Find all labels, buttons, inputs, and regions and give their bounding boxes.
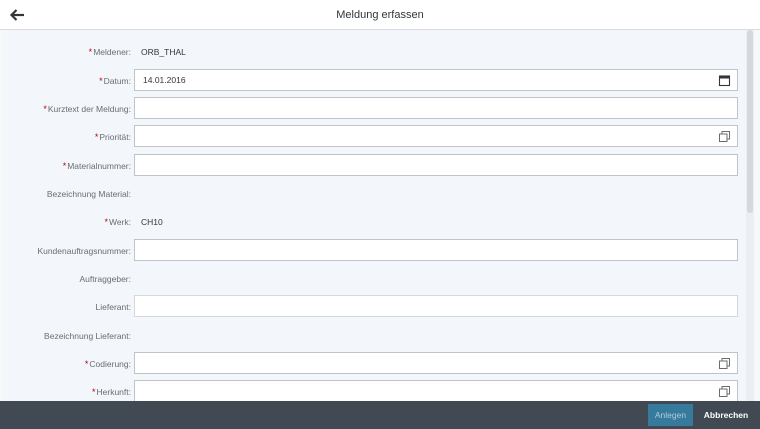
required-marker: * xyxy=(104,217,108,227)
lieferant-input[interactable] xyxy=(134,295,738,317)
meldener-label-text: Meldener: xyxy=(93,47,131,57)
required-marker: * xyxy=(99,76,103,86)
row-herkunft: *Herkunft: xyxy=(3,380,743,401)
materialnummer-label: *Materialnummer: xyxy=(63,154,131,178)
herkunft-label: *Herkunft: xyxy=(92,380,131,401)
header-bar: Meldung erfassen xyxy=(0,0,760,30)
row-bezeichnung-material: Bezeichnung Material: xyxy=(3,182,743,206)
datum-label: *Datum: xyxy=(99,69,131,93)
werk-label: *Werk: xyxy=(104,210,131,234)
row-auftraggeber: Auftraggeber: xyxy=(3,267,743,291)
footer-toolbar xyxy=(0,401,760,429)
required-marker: * xyxy=(91,387,96,397)
meldener-label: *Meldener: xyxy=(89,40,131,64)
datum-label-text: Datum: xyxy=(103,76,131,86)
herkunft-label-text: Herkunft: xyxy=(96,387,132,397)
required-marker: * xyxy=(88,47,93,57)
row-prioritaet: *Priorität: xyxy=(3,125,743,149)
anlegen-button[interactable]: Anlegen xyxy=(648,404,693,426)
row-bezeichnung-lieferant: Bezeichnung Lieferant: xyxy=(3,324,743,348)
materialnummer-input[interactable] xyxy=(134,154,738,176)
value-help-icon[interactable] xyxy=(718,357,731,370)
kurztext-label-text: Kurztext der Meldung: xyxy=(47,104,131,114)
prioritaet-input[interactable] xyxy=(134,125,738,147)
datum-input[interactable]: 14.01.2016 xyxy=(134,69,738,91)
required-marker: * xyxy=(62,161,67,171)
datum-input-value: 14.01.2016 xyxy=(143,75,186,85)
required-marker: * xyxy=(84,359,89,369)
lieferant-label: Lieferant: xyxy=(95,302,131,312)
calendar-icon[interactable] xyxy=(718,74,731,87)
kundenauftragsnummer-label: Kundenauftragsnummer: xyxy=(37,246,131,256)
page-title: Meldung erfassen xyxy=(336,9,424,21)
scrollbar-thumb[interactable] xyxy=(747,30,753,213)
codierung-input[interactable] xyxy=(134,352,738,374)
required-marker: * xyxy=(43,104,47,114)
prioritaet-label: *Priorität: xyxy=(95,125,131,149)
value-help-icon[interactable] xyxy=(718,130,731,143)
codierung-label-text: Codierung: xyxy=(89,359,131,369)
row-werk: *Werk: CH10 xyxy=(3,210,743,234)
row-codierung: *Codierung: xyxy=(3,352,743,376)
row-datum: *Datum: 14.01.2016 xyxy=(3,69,743,93)
abbrechen-button[interactable]: Abbrechen xyxy=(700,404,752,426)
bezeichnung-material-label: Bezeichnung Material: xyxy=(46,189,131,199)
prioritaet-label-text: Priorität: xyxy=(99,132,131,142)
werk-value: CH10 xyxy=(141,217,163,227)
app-window: Meldung erfassen *Meldener: ORB_THAL *Da… xyxy=(0,0,760,429)
kundenauftragsnummer-input[interactable] xyxy=(134,239,738,261)
row-kundenauftragsnummer: Kundenauftragsnummer: xyxy=(3,239,743,263)
row-materialnummer: *Materialnummer: xyxy=(3,154,743,178)
required-marker: * xyxy=(94,132,99,142)
auftraggeber-label: Auftraggeber: xyxy=(79,274,131,284)
row-meldener: *Meldener: ORB_THAL xyxy=(3,40,743,64)
form-content: *Meldener: ORB_THAL *Datum: 14.01.2016 *… xyxy=(3,30,754,401)
kurztext-label: *Kurztext der Meldung: xyxy=(43,97,131,121)
materialnummer-label-text: Materialnummer: xyxy=(67,161,131,171)
werk-label-text: Werk: xyxy=(108,217,131,227)
meldener-value: ORB_THAL xyxy=(141,47,186,57)
value-help-icon[interactable] xyxy=(718,385,731,398)
kurztext-input[interactable] xyxy=(134,97,738,119)
bezeichnung-lieferant-label: Bezeichnung Lieferant: xyxy=(44,331,131,341)
codierung-label: *Codierung: xyxy=(85,352,131,376)
row-kurztext: *Kurztext der Meldung: xyxy=(3,97,743,121)
herkunft-input[interactable] xyxy=(134,380,738,401)
row-lieferant: Lieferant: xyxy=(3,295,743,319)
